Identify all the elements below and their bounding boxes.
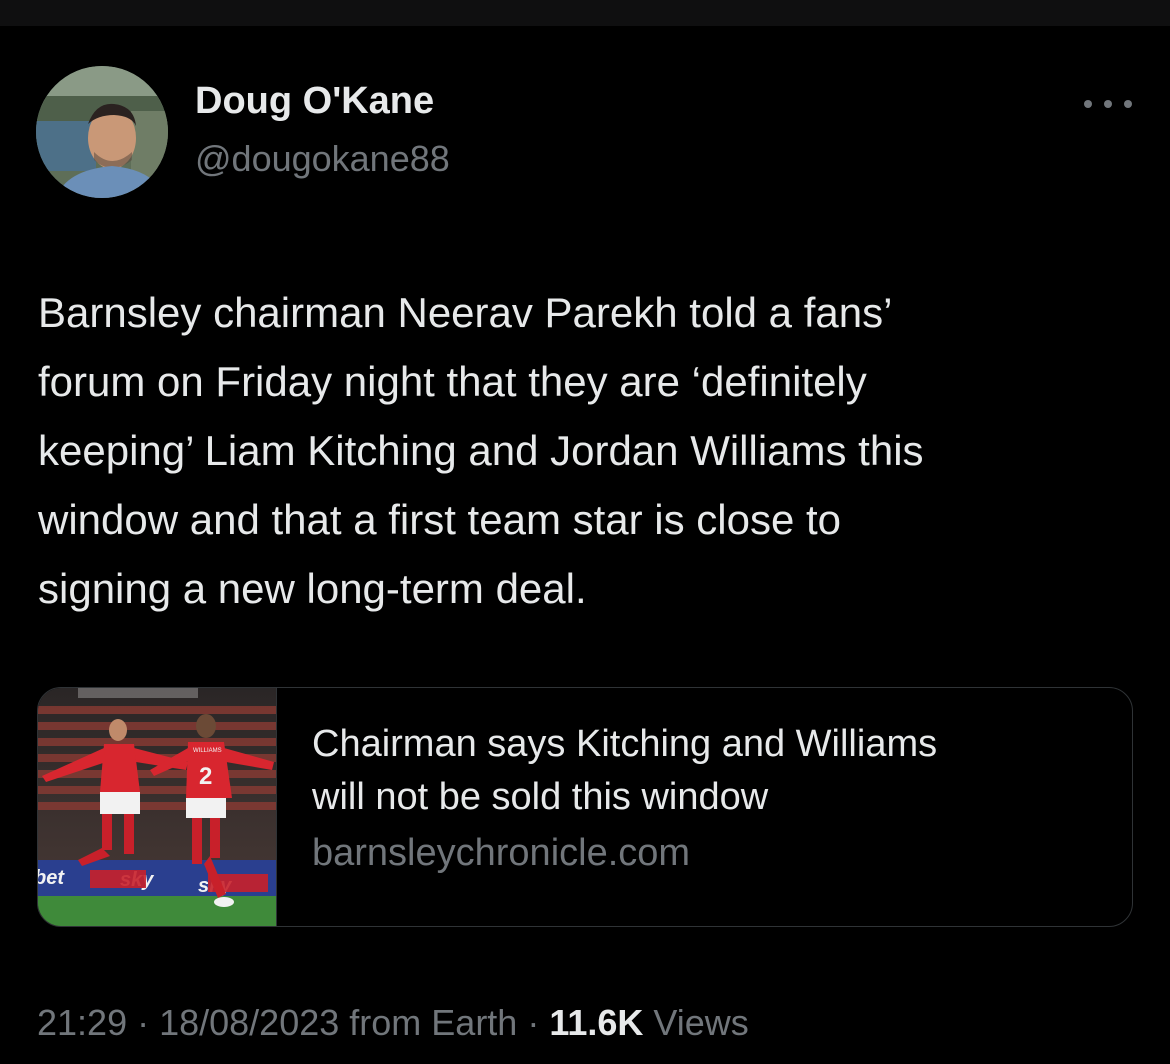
tweet-text-line: window and that a first team star is clo… [38,496,842,543]
shirt-name: WILLIAMS [193,748,222,754]
ad-board-text: bet [38,867,65,889]
tweet-text: Barnsley chairman Neerav Parekh told a f… [38,278,1138,623]
tweet-text-line: Barnsley chairman Neerav Parekh told a f… [38,289,893,336]
author-name[interactable]: Doug O'Kane [195,80,434,123]
tweet-date[interactable]: 18/08/2023 [159,1002,339,1043]
link-card-title-line: will not be sold this window [312,776,769,818]
more-horizontal-icon [1084,100,1092,108]
more-horizontal-icon-dot [1104,100,1112,108]
tweet-source: from Earth [339,1002,518,1043]
more-horizontal-icon-dot [1124,100,1132,108]
status-bar [0,0,1170,26]
shirt-number: 2 [199,763,212,790]
tweet-metadata: 21:29 · 18/08/2023 from Earth · 11.6K Vi… [37,1002,749,1044]
link-card-thumbnail: bet sky sky [38,688,277,926]
tweet-text-line: signing a new long-term deal. [38,565,587,612]
author-handle[interactable]: @dougokane88 [195,138,450,180]
more-options-button[interactable] [1084,92,1132,116]
tweet-text-line: forum on Friday night that they are ‘def… [38,358,867,405]
link-preview-card[interactable]: bet sky sky [37,687,1133,927]
meta-separator: · [517,1002,550,1043]
views-count[interactable]: 11.6K [549,1002,643,1043]
meta-separator: · [127,1002,160,1043]
tweet-time[interactable]: 21:29 [37,1002,127,1043]
author-avatar[interactable] [36,66,168,198]
link-card-title-line: Chairman says Kitching and Williams [312,723,938,765]
avatar-photo [36,66,168,198]
link-card-domain[interactable]: barnsleychronicle.com [312,832,690,875]
tweet-text-line: keeping’ Liam Kitching and Jordan Willia… [38,427,924,474]
link-card-title[interactable]: Chairman says Kitching and Williams will… [312,718,1102,824]
football-photo: bet sky sky [38,688,276,926]
views-label: Views [643,1002,749,1043]
